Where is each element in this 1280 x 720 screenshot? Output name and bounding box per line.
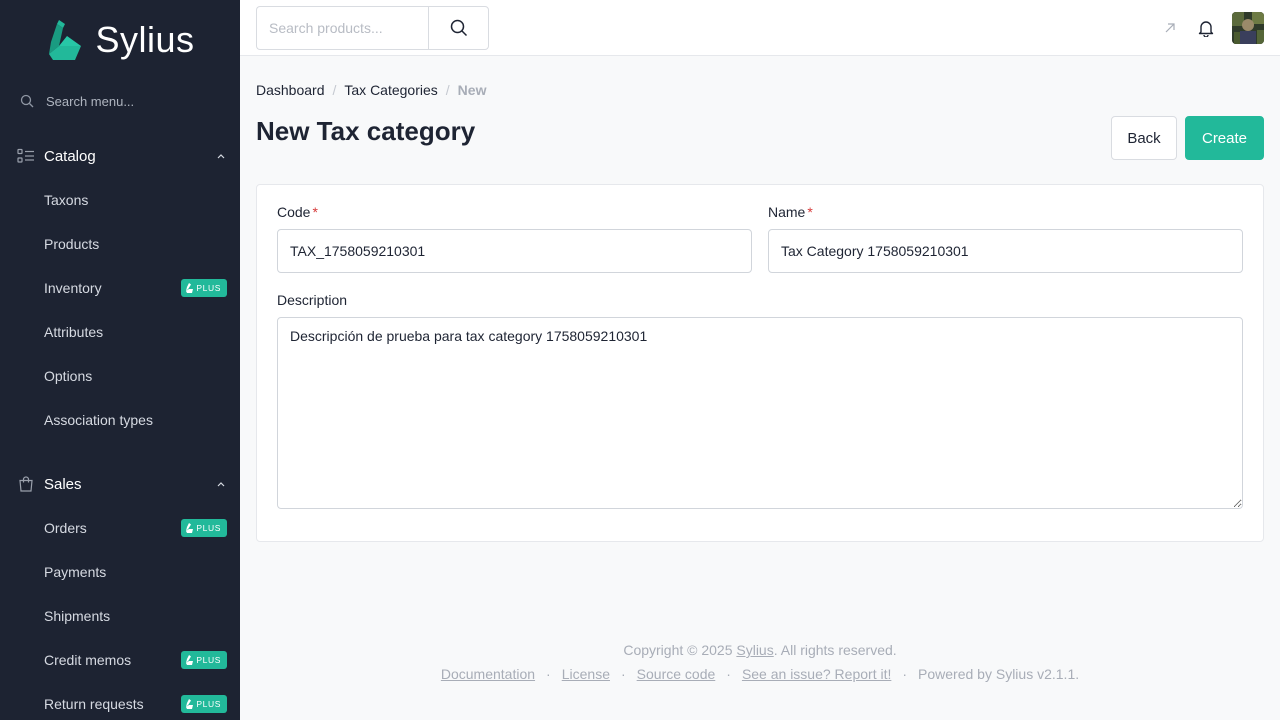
sidebar-item-label: Return requests: [44, 696, 144, 712]
documentation-link[interactable]: Documentation: [441, 666, 535, 682]
sidebar-section-label: Catalog: [44, 147, 96, 165]
shopping-bag-icon: [19, 476, 33, 492]
brand-name: Sylius: [95, 19, 195, 60]
sidebar-item-label: Association types: [44, 412, 153, 428]
sidebar-item-options[interactable]: Options: [0, 354, 240, 398]
name-label: Name *: [768, 204, 813, 220]
catalog-icon: [17, 148, 34, 163]
sidebar-search-input[interactable]: [46, 93, 216, 109]
sidebar: Sylius Catalog Taxons Products Inventory…: [0, 0, 240, 720]
sidebar-item-products[interactable]: Products: [0, 222, 240, 266]
description-field[interactable]: Descripción de prueba para tax category …: [277, 317, 1243, 509]
sidebar-search: [0, 76, 240, 126]
sidebar-item-attributes[interactable]: Attributes: [0, 310, 240, 354]
code-field[interactable]: [277, 229, 752, 273]
breadcrumb-dashboard[interactable]: Dashboard: [256, 82, 325, 98]
sidebar-item-credit-memos[interactable]: Credit memos PLUS: [0, 638, 240, 682]
sylius-plus-icon: [186, 283, 194, 293]
notifications-button[interactable]: [1196, 18, 1216, 38]
sylius-swan-icon: [49, 20, 82, 60]
sidebar-item-label: Shipments: [44, 608, 111, 624]
footer-separator: ·: [546, 666, 551, 682]
copyright-suffix: . All rights reserved.: [773, 642, 897, 658]
breadcrumb: Dashboard / Tax Categories / New: [256, 82, 486, 98]
bell-icon: [1198, 21, 1214, 37]
sidebar-item-label: Orders: [44, 520, 87, 536]
footer-separator: ·: [620, 666, 626, 682]
sidebar-item-label: Inventory: [44, 280, 102, 296]
product-search-input[interactable]: [256, 6, 428, 50]
footer-separator: ·: [726, 666, 731, 682]
copyright-prefix: Copyright © 2025: [623, 642, 737, 658]
external-link-icon: [1165, 23, 1175, 33]
sidebar-section-sales[interactable]: Sales: [0, 462, 240, 506]
create-button[interactable]: Create: [1185, 116, 1264, 160]
sidebar-item-shipments[interactable]: Shipments: [0, 594, 240, 638]
sidebar-section-label: Sales: [44, 475, 82, 493]
sidebar-item-label: Products: [44, 236, 100, 252]
code-label-text: Code: [277, 204, 311, 220]
open-shop-link[interactable]: [1160, 18, 1180, 38]
sidebar-item-orders[interactable]: Orders PLUS: [0, 506, 240, 550]
chevron-up-icon: [216, 151, 226, 161]
search-icon: [20, 94, 34, 108]
avatar-image: [1232, 12, 1264, 44]
sylius-plus-icon: [186, 699, 194, 709]
back-button[interactable]: Back: [1111, 116, 1177, 160]
plus-badge: PLUS: [181, 651, 227, 669]
breadcrumb-separator: /: [332, 82, 337, 98]
report-issue-link[interactable]: See an issue? Report it!: [742, 666, 891, 682]
sidebar-item-payments[interactable]: Payments: [0, 550, 240, 594]
sidebar-item-label: Credit memos: [44, 652, 132, 668]
sidebar-item-return-requests[interactable]: Return requests PLUS: [0, 682, 240, 720]
source-code-link[interactable]: Source code: [637, 666, 716, 682]
sylius-logo[interactable]: Sylius: [0, 0, 240, 76]
name-field[interactable]: [768, 229, 1243, 273]
sylius-plus-icon: [186, 655, 194, 665]
required-mark: *: [807, 204, 813, 220]
plus-badge-label: PLUS: [196, 283, 221, 293]
plus-badge: PLUS: [181, 519, 227, 537]
plus-badge-label: PLUS: [196, 655, 221, 665]
sidebar-item-taxons[interactable]: Taxons: [0, 178, 240, 222]
sidebar-item-label: Options: [44, 368, 93, 384]
product-search: [256, 6, 489, 50]
sidebar-item-label: Taxons: [44, 192, 89, 208]
sidebar-item-label: Payments: [44, 564, 107, 580]
sidebar-item-inventory[interactable]: Inventory PLUS: [0, 266, 240, 310]
sidebar-section-catalog[interactable]: Catalog: [0, 134, 240, 178]
page-title: New Tax category: [256, 116, 476, 146]
description-label: Description: [277, 292, 348, 308]
sidebar-item-association-types[interactable]: Association types: [0, 398, 240, 442]
powered-by: Powered by Sylius v2.1.1.: [918, 666, 1080, 682]
top-bar: [240, 0, 1280, 56]
plus-badge-label: PLUS: [196, 699, 221, 709]
search-icon: [450, 19, 467, 37]
sidebar-item-label: Attributes: [44, 324, 104, 340]
search-button[interactable]: [428, 6, 489, 50]
footer-copyright: Copyright © 2025 Sylius. All rights rese…: [240, 642, 1280, 658]
chevron-up-icon: [216, 479, 226, 489]
footer-separator: ·: [902, 666, 908, 682]
footer-links: Documentation · License · Source code · See an…: [240, 666, 1280, 682]
sylius-plus-icon: [186, 523, 194, 533]
name-label-text: Name: [768, 204, 806, 220]
tax-category-form: Code* Name* Description Descripción de p…: [256, 184, 1264, 542]
code-label: Code *: [277, 204, 318, 220]
plus-badge-label: PLUS: [196, 523, 221, 533]
sylius-link[interactable]: Sylius: [736, 642, 773, 658]
breadcrumb-separator: /: [445, 82, 450, 98]
plus-badge: PLUS: [181, 695, 227, 713]
breadcrumb-tax-categories[interactable]: Tax Categories: [344, 82, 437, 98]
breadcrumb-current: New: [457, 82, 487, 98]
license-link[interactable]: License: [562, 666, 610, 682]
plus-badge: PLUS: [181, 279, 227, 297]
required-mark: *: [312, 204, 318, 220]
user-avatar[interactable]: [1232, 12, 1264, 44]
